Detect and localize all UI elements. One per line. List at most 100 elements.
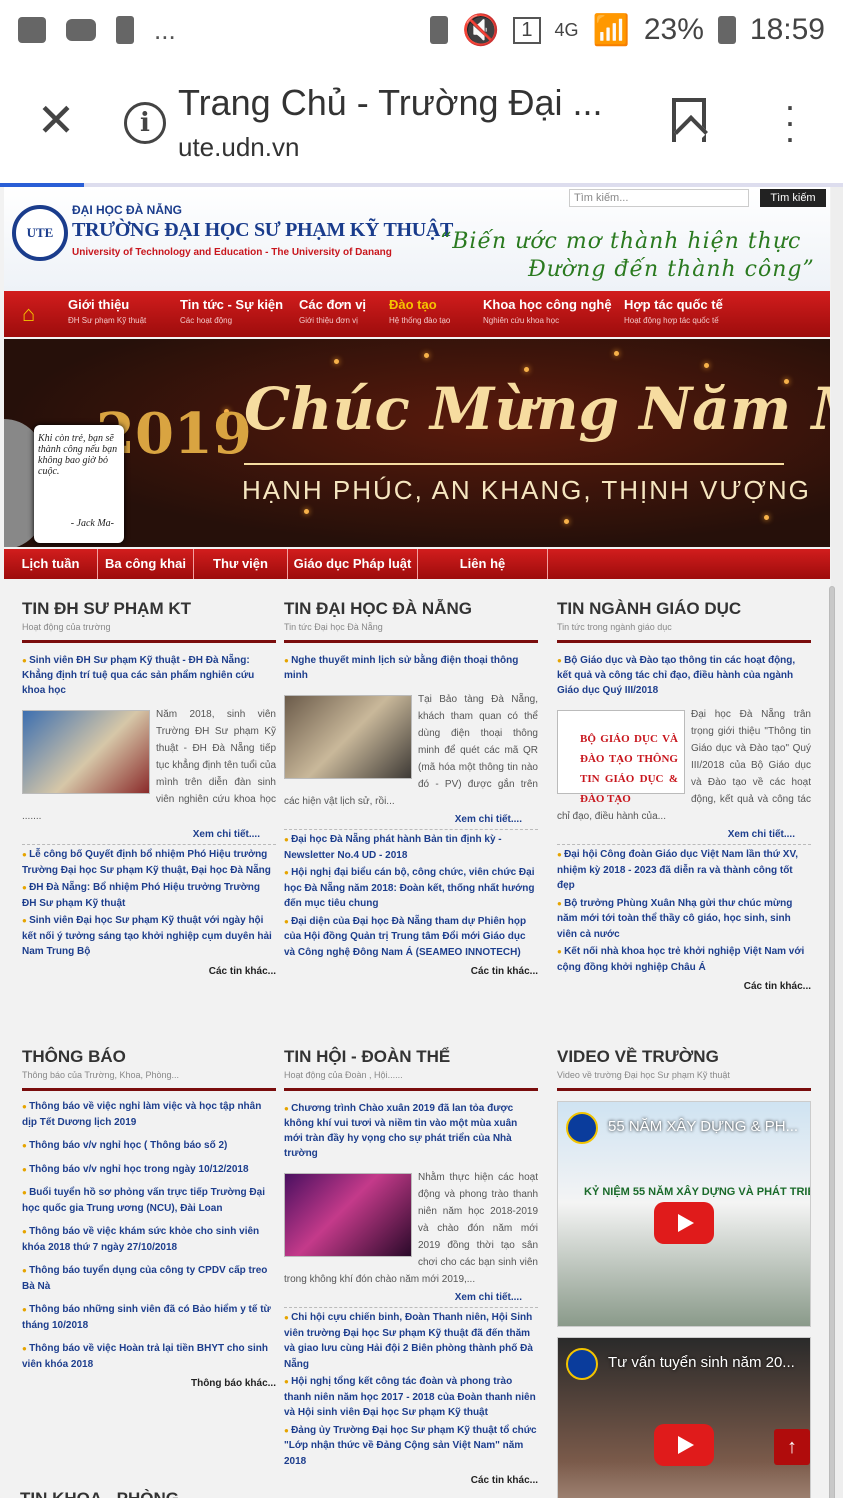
- news-link[interactable]: Đại hội Công đoàn Giáo dục Việt Nam lần …: [557, 847, 811, 894]
- nav-item-hop-tac[interactable]: Hợp tác quốc tế Hoạt động hợp tác quốc tế: [624, 297, 723, 325]
- university-logo[interactable]: UTE: [12, 205, 68, 261]
- news-link[interactable]: ĐH Đà Nẵng: Bổ nhiệm Phó Hiệu trưởng Trư…: [22, 880, 276, 911]
- news-link[interactable]: Đảng ủy Trường Đại học Sư phạm Kỹ thuật …: [284, 1423, 538, 1470]
- home-icon[interactable]: ⌂: [22, 301, 35, 327]
- read-more-link[interactable]: Xem chi tiết....: [284, 814, 538, 825]
- battery-percent: 23%: [643, 13, 704, 46]
- notice-link[interactable]: Thông báo về việc nghỉ làm việc và học t…: [22, 1099, 276, 1130]
- news-link[interactable]: Chi hội cựu chiến binh, Đoàn Thanh niên,…: [284, 1310, 538, 1372]
- nav-item-dao-tao[interactable]: Đào tạo Hệ thống đào tạo: [389, 297, 450, 325]
- read-more-link[interactable]: Xem chi tiết....: [22, 829, 276, 840]
- nav-sublabel: Nghiên cứu khoa học: [483, 316, 560, 325]
- lead-article-link[interactable]: Nghe thuyết minh lịch sử bằng điện thoại…: [284, 653, 538, 683]
- nav-label: Đào tạo: [389, 297, 437, 312]
- lead-article-link[interactable]: Bộ Giáo dục và Đào tạo thông tin các hoạ…: [557, 653, 811, 698]
- other-news-link[interactable]: Các tin khác...: [22, 966, 276, 977]
- read-more-link[interactable]: Xem chi tiết....: [557, 829, 811, 840]
- nav-label: Tin tức - Sự kiện: [180, 297, 284, 312]
- other-news-link[interactable]: Các tin khác...: [284, 1475, 538, 1486]
- thumb-caption: BỘ GIÁO DỤC VÀ ĐÀO TẠO THÔNG TIN GIÁO DỤ…: [580, 733, 678, 805]
- sparkle: [704, 363, 709, 368]
- scrollbar-thumb[interactable]: [829, 586, 835, 1498]
- page-scrollbar[interactable]: [829, 187, 843, 1498]
- lead-article-image[interactable]: [284, 695, 412, 779]
- section-divider: [22, 640, 276, 643]
- section-title[interactable]: TIN ĐẠI HỌC ĐÀ NẴNG: [284, 599, 538, 619]
- channel-logo-icon: [566, 1348, 598, 1380]
- video-title[interactable]: Tư vấn tuyển sinh năm 20...: [608, 1354, 795, 1371]
- video-player[interactable]: 55 NĂM XÂY DỰNG & PH... KỶ NIỆM 55 NĂM X…: [557, 1101, 811, 1327]
- section-subtitle: Hoạt động của Đoàn , Hội......: [284, 1070, 403, 1080]
- subnav-lich-tuan[interactable]: Lịch tuần: [4, 549, 98, 579]
- section-video: VIDEO VỀ TRƯỜNG Video về trường Đại học …: [557, 1047, 811, 1498]
- sim-badge: 1: [513, 16, 541, 44]
- other-news-link[interactable]: Các tin khác...: [284, 966, 538, 977]
- video-caption: KỶ NIỆM 55 NĂM XÂY DỰNG VÀ PHÁT TRIỂN: [584, 1186, 811, 1198]
- dashed-divider: [22, 844, 276, 845]
- lead-article-link[interactable]: Sinh viên ĐH Sư phạm Kỹ thuật - ĐH Đà Nẵ…: [22, 653, 276, 698]
- nav-sublabel: Giới thiệu đơn vị: [299, 316, 358, 325]
- section-title[interactable]: THÔNG BÁO: [22, 1047, 276, 1067]
- video-player[interactable]: Tư vấn tuyển sinh năm 20...: [557, 1337, 811, 1498]
- section-title[interactable]: TIN NGÀNH GIÁO DỤC: [557, 599, 811, 619]
- news-link[interactable]: Lễ công bố Quyết định bổ nhiệm Phó Hiệu …: [22, 847, 276, 878]
- play-icon[interactable]: [654, 1202, 714, 1244]
- notice-link[interactable]: Thông báo tuyển dụng của công ty CPDV cấ…: [22, 1263, 276, 1294]
- sparkle: [304, 509, 309, 514]
- notice-link[interactable]: Thông báo v/v nghỉ học trong ngày 10/12/…: [22, 1162, 276, 1178]
- notice-link[interactable]: Buổi tuyển hồ sơ phỏng vấn trực tiếp Trư…: [22, 1185, 276, 1216]
- news-link[interactable]: Sinh viên Đại học Sư phạm Kỹ thuật với n…: [22, 913, 276, 960]
- nav-item-khoa-hoc[interactable]: Khoa học công nghệ Nghiên cứu khoa học: [483, 297, 612, 325]
- news-link[interactable]: Đại học Đà Nẵng phát hành Bản tin định k…: [284, 832, 538, 863]
- search-input[interactable]: Tìm kiếm...: [569, 189, 749, 207]
- section-title[interactable]: TIN HỘI - ĐOÀN THỂ: [284, 1047, 538, 1067]
- back-to-top-button[interactable]: ↑: [774, 1429, 810, 1465]
- section-tin-dhdn: TIN ĐẠI HỌC ĐÀ NẴNG Tin tức Đại học Đà N…: [284, 599, 538, 977]
- more-options-icon[interactable]: · · ·: [780, 88, 800, 156]
- news-link[interactable]: Hội nghị tổng kết công tác đoàn và phong…: [284, 1374, 538, 1421]
- section-title[interactable]: VIDEO VỀ TRƯỜNG: [557, 1047, 811, 1067]
- new-year-banner[interactable]: 2019 Chúc Mừng Năm Mới HẠNH PHÚC, AN KHA…: [4, 339, 830, 547]
- news-link[interactable]: Đại diện của Đại học Đà Nẵng tham dự Phi…: [284, 914, 538, 961]
- read-more-link[interactable]: Xem chi tiết....: [284, 1292, 538, 1303]
- url-text[interactable]: ute.udn.vn: [178, 132, 299, 163]
- university-name[interactable]: TRƯỜNG ĐẠI HỌC SƯ PHẠM KỸ THUẬT: [72, 219, 453, 242]
- notice-link[interactable]: Thông báo những sinh viên đã có Bảo hiểm…: [22, 1302, 276, 1333]
- university-parent-name: ĐẠI HỌC ĐÀ NẴNG: [72, 203, 182, 217]
- nav-item-gioi-thieu[interactable]: Giới thiệu ĐH Sư phạm Kỹ thuật: [68, 297, 146, 325]
- news-link[interactable]: Bộ trưởng Phùng Xuân Nhạ gửi thư chúc mừ…: [557, 896, 811, 943]
- lead-article-body: Nhằm thực hiện các hoạt động và phong tr…: [284, 1169, 538, 1288]
- lead-article-image[interactable]: BỘ GIÁO DỤC VÀ ĐÀO TẠO THÔNG TIN GIÁO DỤ…: [557, 710, 685, 805]
- lead-article-image[interactable]: [284, 1173, 412, 1257]
- site-info-icon[interactable]: i: [124, 102, 166, 144]
- nav-item-cac-don-vi[interactable]: Các đơn vị Giới thiệu đơn vị: [299, 297, 366, 325]
- lead-article-image[interactable]: [22, 710, 150, 794]
- news-link[interactable]: Hội nghị đại biểu cán bộ, công chức, viê…: [284, 865, 538, 912]
- other-news-link[interactable]: Các tin khác...: [557, 981, 811, 992]
- subnav-ba-cong-khai[interactable]: Ba công khai: [98, 549, 194, 579]
- subnav-lien-he[interactable]: Liên hệ: [418, 549, 548, 579]
- nav-label: Giới thiệu: [68, 297, 130, 312]
- bookmark-icon[interactable]: [672, 98, 706, 142]
- search-button[interactable]: Tìm kiếm: [760, 189, 826, 207]
- close-icon[interactable]: ✕: [34, 97, 78, 144]
- play-icon[interactable]: [654, 1424, 714, 1466]
- notice-link[interactable]: Thông báo v/v nghỉ học ( Thông báo số 2): [22, 1138, 276, 1154]
- section-tin-dh-spkt: TIN ĐH SƯ PHẠM KT Hoạt động của trường S…: [22, 599, 276, 977]
- network-type: 4G: [554, 19, 579, 40]
- nav-item-tin-tuc[interactable]: Tin tức - Sự kiện Các hoạt động: [180, 297, 283, 325]
- lead-article-link[interactable]: Chương trình Chào xuân 2019 đã lan tỏa đ…: [284, 1101, 538, 1161]
- section-title[interactable]: TIN ĐH SƯ PHẠM KT: [22, 599, 276, 619]
- status-bar: ... 🔇 1 4G 📶 23% 18:59: [0, 0, 843, 60]
- video-title[interactable]: 55 NĂM XÂY DỰNG & PH...: [608, 1118, 798, 1135]
- notice-link[interactable]: Thông báo về việc Hoàn trả lại tiền BHYT…: [22, 1341, 276, 1372]
- secondary-nav: Lịch tuần Ba công khai Thư viện Giáo dục…: [4, 549, 830, 579]
- dashed-divider: [557, 844, 811, 845]
- mute-icon: 🔇: [462, 13, 500, 47]
- other-notices-link[interactable]: Thông báo khác...: [22, 1378, 276, 1389]
- subnav-giao-duc-phap-luat[interactable]: Giáo dục Pháp luật: [288, 549, 418, 579]
- section-title-partial[interactable]: TIN KHOA - PHÒNG: [20, 1489, 179, 1498]
- news-link[interactable]: Kết nối nhà khoa học trẻ khởi nghiệp Việ…: [557, 944, 811, 975]
- subnav-thu-vien[interactable]: Thư viện: [194, 549, 288, 579]
- notice-link[interactable]: Thông báo về việc khám sức khỏe cho sinh…: [22, 1224, 276, 1255]
